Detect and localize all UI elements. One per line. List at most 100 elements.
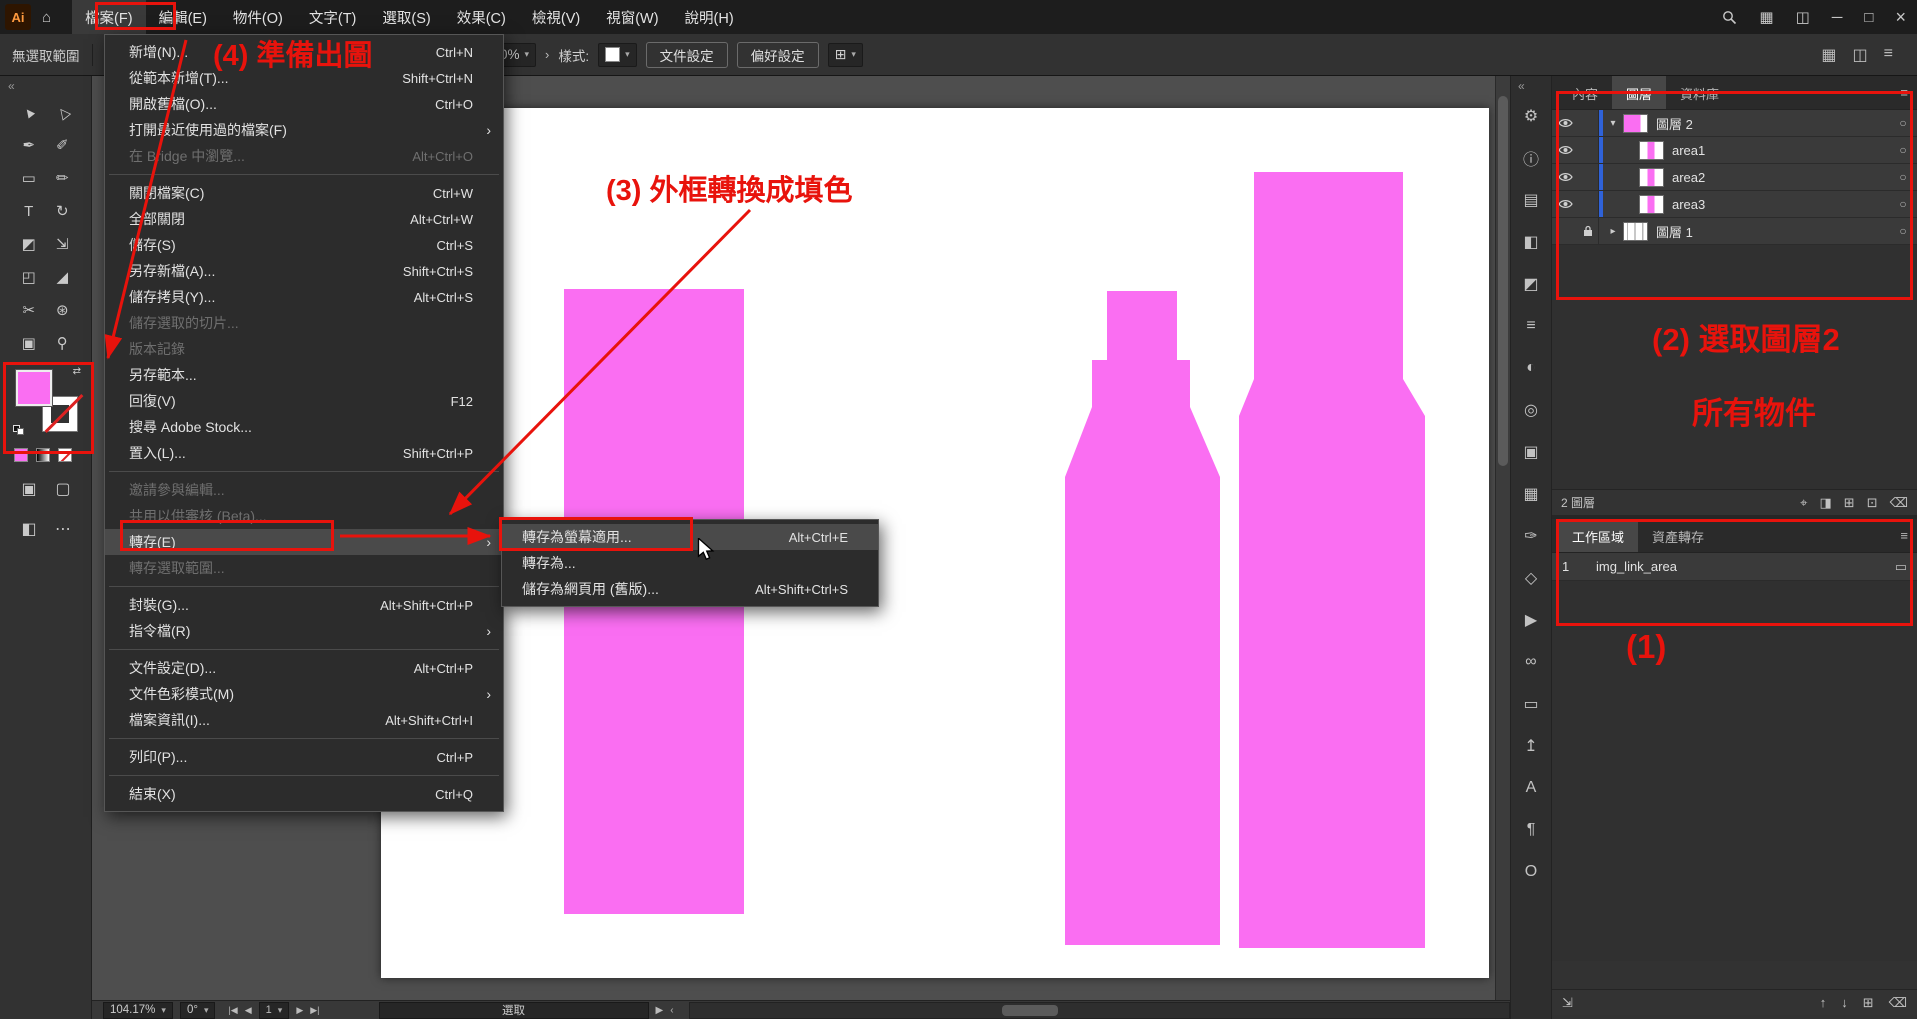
panel-tab[interactable]: 內容	[1558, 76, 1612, 109]
file-menu-item[interactable]: 檔案資訊(I)... Alt+Shift+Ctrl+I	[105, 707, 503, 733]
rectangle-tool[interactable]: ▭	[12, 165, 46, 191]
artboard-row[interactable]: 1 img_link_area ▭	[1552, 553, 1917, 581]
visibility-toggle[interactable]	[1552, 226, 1578, 236]
links-icon[interactable]: ∞	[1511, 641, 1551, 683]
visibility-toggle[interactable]	[1552, 199, 1578, 209]
none-mode-icon[interactable]	[58, 448, 72, 462]
export-submenu-item[interactable]: 轉存為...	[502, 550, 878, 576]
expand-panels-icon[interactable]: «	[1511, 76, 1551, 95]
target-circle-icon[interactable]: ○	[1889, 197, 1917, 211]
first-artboard-button[interactable]: |◀	[228, 1005, 237, 1016]
maximize-button[interactable]: □	[1853, 0, 1884, 34]
arrange-documents-icon[interactable]: ▦	[1748, 0, 1784, 34]
target-circle-icon[interactable]: ○	[1889, 170, 1917, 184]
file-menu-item[interactable]: 文件色彩模式(M) ›	[105, 681, 503, 707]
document-setup-button[interactable]: 文件設定	[646, 42, 728, 68]
swatches-icon[interactable]: ▦	[1511, 473, 1551, 515]
layer-thumbnail[interactable]	[1623, 222, 1648, 241]
draw-normal-icon[interactable]: ▣	[12, 476, 46, 502]
move-up-icon[interactable]: ↑	[1820, 995, 1827, 1010]
panel-layout-icon[interactable]: ◫	[1853, 45, 1868, 65]
menubar-item[interactable]: 選取(S)	[369, 0, 443, 34]
file-menu-item[interactable]: 在 Bridge 中瀏覽... Alt+Ctrl+O	[105, 143, 503, 169]
menubar-item[interactable]: 文字(T)	[296, 0, 370, 34]
transparency-icon[interactable]: ◐	[1511, 347, 1551, 389]
layer-thumbnail[interactable]	[1639, 141, 1664, 160]
artboard-tool[interactable]: ▣	[12, 330, 46, 356]
file-menu-item[interactable]: 指令檔(R) ›	[105, 618, 503, 644]
file-menu-item[interactable]: 關閉檔案(C) Ctrl+W	[105, 180, 503, 206]
file-menu-item[interactable]: 儲存選取的切片...	[105, 310, 503, 336]
pink-bottle-shape-2[interactable]	[1239, 172, 1425, 948]
pencil-tool[interactable]: ✏	[46, 165, 80, 191]
layer-name[interactable]: 圖層 2	[1656, 114, 1889, 133]
visibility-toggle[interactable]	[1552, 118, 1578, 128]
visibility-toggle[interactable]	[1552, 145, 1578, 155]
file-menu-item[interactable]: 置入(L)... Shift+Ctrl+P	[105, 440, 503, 466]
swap-fill-stroke-icon[interactable]: ⇄	[73, 366, 81, 377]
menu-icon[interactable]: ≡	[1884, 45, 1893, 65]
eraser-tool[interactable]: ◩	[12, 231, 46, 257]
edit-toolbar-icon[interactable]: ⋯	[46, 516, 80, 542]
menubar-item[interactable]: 檢視(V)	[519, 0, 593, 34]
panel-menu-icon[interactable]: ≡	[1900, 85, 1908, 100]
target-circle-icon[interactable]: ○	[1889, 224, 1917, 238]
graphic-styles-icon[interactable]: ▣	[1511, 431, 1551, 473]
make-mask-icon[interactable]: ◨	[1820, 495, 1832, 511]
pen-tool[interactable]: ✒	[12, 132, 46, 158]
visibility-toggle[interactable]	[1552, 172, 1578, 182]
search-icon[interactable]	[1711, 0, 1748, 34]
asset-export-icon[interactable]: ↥	[1511, 725, 1551, 767]
artboard-page-icon[interactable]: ▭	[1895, 559, 1907, 575]
horizontal-scrollbar[interactable]	[689, 1002, 1510, 1019]
next-artboard-button[interactable]: ▶	[296, 1005, 303, 1016]
character-icon[interactable]: A	[1511, 767, 1551, 809]
opentype-icon[interactable]: O	[1511, 851, 1551, 893]
type-tool[interactable]: T	[12, 198, 46, 224]
layer-name[interactable]: area2	[1672, 170, 1889, 185]
locate-object-icon[interactable]: ⌖	[1800, 495, 1807, 511]
panel-tab[interactable]: 資料庫	[1666, 76, 1733, 109]
resize-icon[interactable]: ⇲	[1562, 995, 1573, 1011]
home-icon[interactable]: ⌂	[31, 0, 62, 34]
file-menu-item[interactable]: 版本記錄	[105, 336, 503, 362]
appearance-icon[interactable]: ◎	[1511, 389, 1551, 431]
layer-thumbnail[interactable]	[1639, 195, 1664, 214]
file-menu-item[interactable]: 全部關閉 Alt+Ctrl+W	[105, 206, 503, 232]
target-circle-icon[interactable]: ○	[1889, 116, 1917, 130]
direct-selection-tool[interactable]: △	[41, 91, 83, 132]
symbols-icon[interactable]: ◇	[1511, 557, 1551, 599]
layer-thumbnail[interactable]	[1623, 114, 1648, 133]
file-menu-item[interactable]: 儲存拷貝(Y)... Alt+Ctrl+S	[105, 284, 503, 310]
scale-tool[interactable]: ⇲	[46, 231, 80, 257]
actions-icon[interactable]: ▶	[1511, 599, 1551, 641]
lock-toggle[interactable]	[1578, 198, 1598, 210]
rotate-tool[interactable]: ↻	[46, 198, 80, 224]
file-menu-item[interactable]: 列印(P)... Ctrl+P	[105, 744, 503, 770]
workspace-layout-icon[interactable]: ◫	[1785, 0, 1821, 34]
color-icon[interactable]: ◧	[1511, 221, 1551, 263]
expand-chevron-icon[interactable]: ▸	[1603, 226, 1623, 237]
gradient-icon[interactable]: ◩	[1511, 263, 1551, 305]
horizontal-scrollbar-thumb[interactable]	[1002, 1005, 1058, 1016]
settings-gear-icon[interactable]: ⚙	[1511, 95, 1551, 137]
file-menu-item[interactable]: 轉存選取範圍...	[105, 555, 503, 581]
play-icon[interactable]: ▶	[656, 1005, 664, 1016]
navigator-icon[interactable]: ▤	[1511, 179, 1551, 221]
menubar-item[interactable]: 編輯(E)	[146, 0, 220, 34]
pink-bottle-shape-1[interactable]	[1065, 291, 1220, 945]
default-swatches-icon[interactable]	[13, 425, 25, 435]
stroke-icon[interactable]: ≡	[1511, 305, 1551, 347]
new-artboard-icon[interactable]: ⊞	[1863, 995, 1874, 1011]
panel-menu-icon[interactable]: ≡	[1900, 528, 1908, 543]
close-button[interactable]: ×	[1884, 0, 1917, 34]
prev-artboard-button[interactable]: ◀	[245, 1005, 252, 1016]
panel-tab[interactable]: 工作區域	[1558, 519, 1638, 552]
artboard-name[interactable]: img_link_area	[1596, 559, 1895, 574]
file-menu-item[interactable]: 搜尋 Adobe Stock...	[105, 414, 503, 440]
lock-toggle[interactable]	[1578, 117, 1598, 129]
blend-tool[interactable]: ⊛	[46, 297, 80, 323]
file-menu-item[interactable]: 打開最近使用過的檔案(F) ›	[105, 117, 503, 143]
menubar-item[interactable]: 檔案(F)	[72, 0, 146, 34]
export-submenu-item[interactable]: 儲存為網頁用 (舊版)... Alt+Shift+Ctrl+S	[502, 576, 878, 602]
